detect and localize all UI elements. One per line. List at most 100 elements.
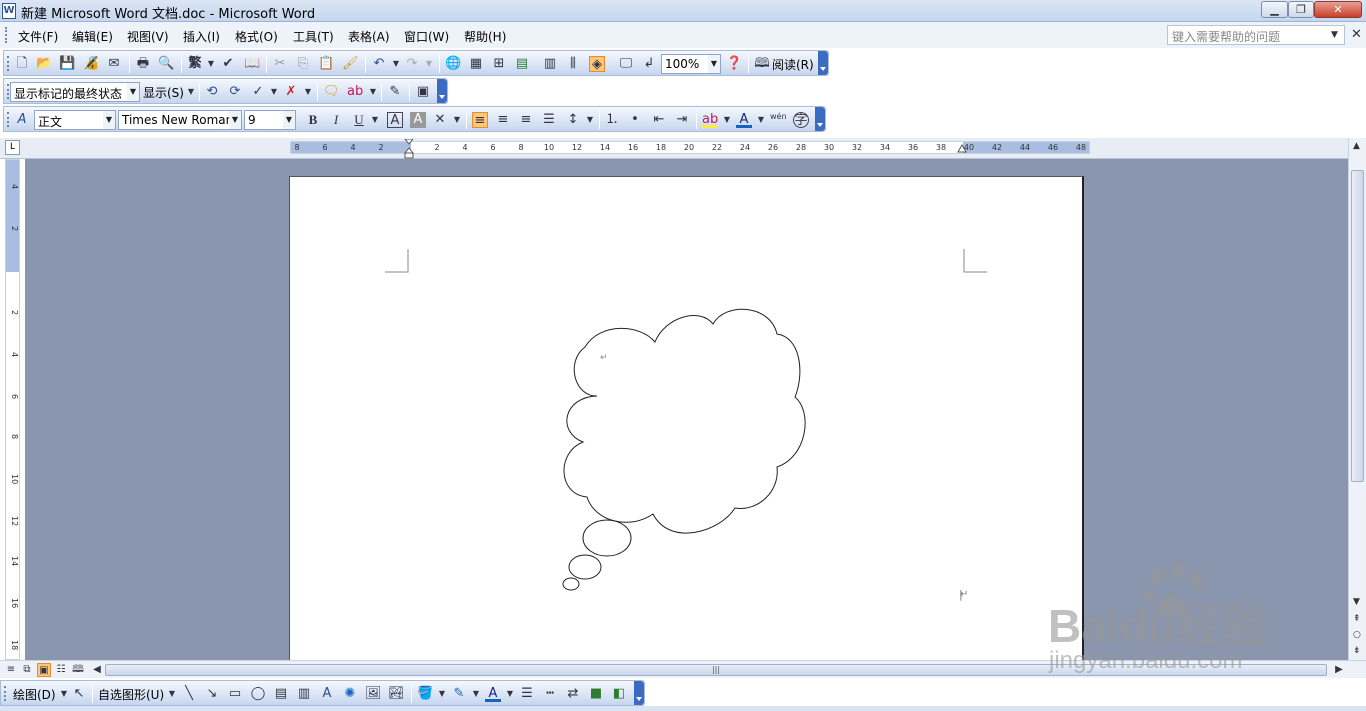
help-dropdown-arrow-icon[interactable]: ▼ xyxy=(1331,30,1338,40)
help-icon[interactable]: ❓ xyxy=(726,56,742,72)
toolbar-options-button[interactable] xyxy=(815,107,825,131)
vertical-text-box-icon[interactable]: ▥ xyxy=(296,686,312,702)
insert-excel-icon[interactable]: ▤ xyxy=(514,56,530,72)
align-center-icon[interactable]: ≡ xyxy=(495,112,511,128)
chevron-down-icon[interactable]: ▼ xyxy=(127,83,139,101)
help-question-input[interactable]: 键入需要帮助的问题 xyxy=(1167,25,1345,45)
enclose-character-icon[interactable]: 字 xyxy=(793,112,809,128)
track-changes-icon[interactable]: ✎ xyxy=(387,84,403,100)
chevron-down-icon[interactable]: ▼ xyxy=(266,84,282,100)
toolbar-options-button[interactable] xyxy=(634,681,644,705)
previous-change-icon[interactable]: ⟲ xyxy=(204,84,220,100)
chevron-down-icon[interactable]: ▼ xyxy=(468,686,484,702)
styles-formatting-icon[interactable]: A xyxy=(14,112,30,128)
next-change-icon[interactable]: ⟳ xyxy=(227,84,243,100)
menubar-grip[interactable] xyxy=(5,27,8,43)
insert-table-icon[interactable]: ⊞ xyxy=(491,56,507,72)
print-preview-icon[interactable]: 🔍 xyxy=(158,56,174,72)
outline-view-icon[interactable]: ☷ xyxy=(54,663,68,677)
chevron-down-icon[interactable]: ▼ xyxy=(449,112,465,128)
line-style-icon[interactable]: ☰ xyxy=(519,686,535,702)
read-mode-icon[interactable]: 🕮 xyxy=(754,56,770,72)
chevron-down-icon[interactable]: ▼ xyxy=(502,686,518,702)
cut-icon[interactable]: ✂ xyxy=(272,56,288,72)
reading-view-icon[interactable]: 🕮 xyxy=(71,663,85,677)
menu-tools[interactable]: 工具(T) xyxy=(293,28,334,45)
draw-menu-button[interactable]: 绘图(D) xyxy=(13,686,56,703)
read-mode-button[interactable]: 阅读(R) xyxy=(772,56,814,73)
autoshapes-menu-button[interactable]: 自选图形(U) xyxy=(98,686,164,703)
italic-button[interactable]: I xyxy=(328,112,344,128)
document-map-icon[interactable]: ◈ xyxy=(589,56,605,72)
chevron-down-icon[interactable]: ▼ xyxy=(203,56,219,72)
toolbar-grip[interactable] xyxy=(4,686,7,701)
draw-font-color-icon[interactable]: A xyxy=(485,686,501,702)
reject-change-icon[interactable]: ✗ xyxy=(283,84,299,100)
align-justify-icon[interactable]: ≡ xyxy=(472,112,488,128)
spelling-icon[interactable]: ✔ xyxy=(220,56,236,72)
menu-edit[interactable]: 编辑(E) xyxy=(72,28,113,45)
scroll-left-icon[interactable]: ◀ xyxy=(90,663,104,677)
right-indent-marker-icon[interactable] xyxy=(957,142,967,154)
thought-bubble-callout[interactable] xyxy=(545,302,855,592)
show-menu-button[interactable]: 显示(S) xyxy=(143,84,184,101)
word-app-icon[interactable]: W xyxy=(2,3,16,19)
tables-borders-icon[interactable]: ▦ xyxy=(468,56,484,72)
vertical-scrollbar[interactable]: ▲ ▼ ⇞ ○ ⇟ xyxy=(1348,138,1366,660)
show-hide-icon[interactable]: 🖵 xyxy=(618,56,634,72)
chevron-down-icon[interactable]: ▼ xyxy=(708,55,720,73)
research-icon[interactable]: 📖 xyxy=(244,56,260,72)
display-for-review-select[interactable]: 显示标记的最终状态 ▼ xyxy=(10,82,140,102)
chevron-down-icon[interactable]: ▼ xyxy=(283,111,295,129)
menu-window[interactable]: 窗口(W) xyxy=(404,28,449,45)
phonetic-guide-button[interactable]: wén xyxy=(770,112,787,128)
drawing-icon[interactable]: ⫼ xyxy=(565,56,581,72)
chevron-down-icon[interactable]: ▼ xyxy=(103,111,115,129)
indent-marker-icon[interactable] xyxy=(404,139,414,159)
menu-format[interactable]: 格式(O) xyxy=(235,28,278,45)
toolbar-grip[interactable] xyxy=(7,56,10,71)
toolbar-grip[interactable] xyxy=(7,112,10,127)
rectangle-icon[interactable]: ▭ xyxy=(227,686,243,702)
insert-comment-icon[interactable]: 🗨 xyxy=(323,84,340,100)
document-close-button[interactable]: ✕ xyxy=(1351,27,1362,42)
browse-object-icon[interactable]: ○ xyxy=(1353,630,1361,640)
highlight-changes-icon[interactable]: ab xyxy=(347,84,363,100)
chevron-down-icon[interactable]: ▼ xyxy=(164,686,180,702)
line-spacing-icon[interactable]: ↕ xyxy=(565,112,581,128)
font-size-select[interactable]: 9 ▼ xyxy=(244,110,296,130)
numbering-icon[interactable]: ⒈ xyxy=(604,112,620,128)
dash-style-icon[interactable]: ┅ xyxy=(542,686,558,702)
insert-picture-icon[interactable]: 🏞 xyxy=(388,686,405,702)
menu-file[interactable]: 文件(F) xyxy=(18,28,58,45)
scroll-up-icon[interactable]: ▲ xyxy=(1353,141,1360,151)
distributed-align-icon[interactable]: ☰ xyxy=(541,112,557,128)
traditional-chinese-button[interactable]: 繁 xyxy=(187,56,203,72)
chevron-down-icon[interactable]: ▼ xyxy=(367,112,383,128)
columns-icon[interactable]: ▥ xyxy=(542,56,558,72)
toolbar-options-button[interactable] xyxy=(437,79,447,103)
bold-button[interactable]: B xyxy=(305,112,321,128)
font-select[interactable]: Times New Roman ▼ xyxy=(118,110,242,130)
character-shading-icon[interactable]: A xyxy=(410,112,426,128)
increase-indent-icon[interactable]: ⇥ xyxy=(674,112,690,128)
menu-view[interactable]: 视图(V) xyxy=(127,28,169,45)
reviewing-pane-icon[interactable]: ▣ xyxy=(415,84,431,100)
arrow-style-icon[interactable]: ⇄ xyxy=(565,686,581,702)
normal-view-icon[interactable]: ≡ xyxy=(4,663,18,677)
new-document-icon[interactable]: 🗋 xyxy=(14,56,30,72)
diagram-icon[interactable]: ✺ xyxy=(342,686,358,702)
tab-selector[interactable]: L xyxy=(5,140,20,155)
chevron-down-icon[interactable]: ▼ xyxy=(434,686,450,702)
chevron-down-icon[interactable]: ▼ xyxy=(719,112,735,128)
oval-icon[interactable]: ◯ xyxy=(250,686,266,702)
menu-table[interactable]: 表格(A) xyxy=(348,28,390,45)
highlight-icon[interactable]: ab xyxy=(702,112,718,128)
hyperlink-icon[interactable]: 🌐 xyxy=(445,56,461,72)
toolbar-options-button[interactable] xyxy=(818,51,828,75)
minimize-button[interactable]: ▁ xyxy=(1261,1,1288,18)
bullets-icon[interactable]: • xyxy=(627,112,643,128)
font-color-icon[interactable]: A xyxy=(736,112,752,128)
select-objects-icon[interactable]: ↖ xyxy=(71,686,87,702)
underline-button[interactable]: U xyxy=(351,112,367,128)
